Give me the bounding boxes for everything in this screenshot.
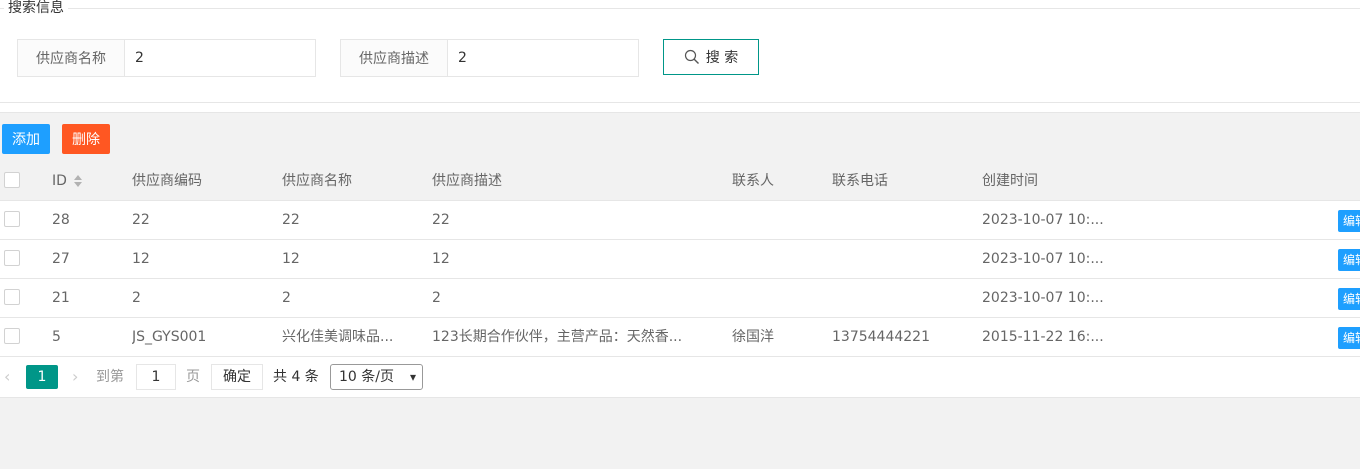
cell-name: 12 [282, 251, 300, 267]
header-name: 供应商名称 [282, 173, 352, 189]
prev-page-icon[interactable]: ‹ [4, 365, 10, 389]
add-button[interactable]: 添加 [2, 124, 50, 154]
supplier-desc-group: 供应商描述 [340, 39, 639, 77]
cell-contact [732, 201, 822, 239]
cell-contact [732, 279, 822, 317]
page-unit-label: 页 [186, 369, 200, 385]
header-code: 供应商编码 [132, 173, 202, 189]
cell-id: 27 [52, 251, 70, 267]
cell-code: 2 [132, 290, 141, 306]
cell-created: 2023-10-07 10:... [982, 212, 1104, 228]
search-fieldset: 搜索信息 供应商名称 供应商描述 搜 索 [0, 0, 1360, 103]
page-size-value: 10 条/页 [339, 369, 394, 385]
toolbar: 添加 删除 [0, 112, 1360, 163]
row-checkbox[interactable] [4, 328, 20, 344]
supplier-desc-label: 供应商描述 [341, 40, 448, 76]
supplier-name-group: 供应商名称 [17, 39, 316, 77]
search-button[interactable]: 搜 索 [663, 39, 759, 75]
table-header-row: ID 供应商编码 供应商名称 供应商描述 联系人 联系电话 创建时间 [0, 162, 1360, 201]
cell-code: 22 [132, 212, 150, 228]
cell-phone: 13754444221 [832, 329, 930, 345]
supplier-name-label: 供应商名称 [18, 40, 125, 76]
current-page[interactable]: 1 [26, 365, 58, 389]
cell-name: 22 [282, 212, 300, 228]
supplier-desc-input[interactable] [448, 40, 638, 76]
header-id[interactable]: ID [52, 162, 83, 200]
cell-desc: 12 [432, 251, 450, 267]
search-button-label: 搜 索 [705, 50, 739, 66]
cell-desc: 22 [432, 212, 450, 228]
cell-name: 兴化佳美调味品... [282, 329, 394, 345]
content-panel: 添加 删除 ID 供应商编码 供应商名称 供应商描述 联系人 联系电话 创建时间… [0, 112, 1360, 469]
cell-contact [732, 240, 822, 278]
supplier-name-input[interactable] [125, 40, 315, 76]
row-checkbox[interactable] [4, 211, 20, 227]
cell-contact: 徐国洋 [732, 329, 774, 345]
header-phone: 联系电话 [832, 173, 888, 189]
header-desc: 供应商描述 [432, 173, 502, 189]
cell-created: 2015-11-22 16:... [982, 329, 1104, 345]
next-page-icon[interactable]: › [72, 365, 78, 389]
search-icon [684, 49, 700, 65]
edit-button[interactable]: 编辑 [1338, 210, 1360, 232]
edit-button[interactable]: 编辑 [1338, 327, 1360, 349]
cell-phone [832, 201, 972, 239]
goto-page-input[interactable]: 1 [136, 364, 176, 390]
cell-phone [832, 279, 972, 317]
row-checkbox[interactable] [4, 289, 20, 305]
header-created: 创建时间 [982, 173, 1038, 189]
cell-desc: 123长期合作伙伴，主营产品：天然香... [432, 329, 683, 345]
goto-label: 到第 [96, 369, 124, 385]
page-size-select[interactable]: 10 条/页 ▾ [330, 364, 423, 390]
cell-created: 2023-10-07 10:... [982, 290, 1104, 306]
table-row: 27 12 12 12 2023-10-07 10:... 编辑 [0, 240, 1360, 279]
cell-desc: 2 [432, 290, 441, 306]
table-row: 5 JS_GYS001 兴化佳美调味品... 123长期合作伙伴，主营产品：天然… [0, 318, 1360, 357]
search-legend: 搜索信息 [4, 0, 68, 17]
pagination: ‹ 1 › 到第 1 页 确定 共 4 条 10 条/页 ▾ [0, 357, 1360, 398]
goto-confirm-button[interactable]: 确定 [211, 364, 263, 390]
table-row: 28 22 22 22 2023-10-07 10:... 编辑 [0, 201, 1360, 240]
chevron-down-icon: ▾ [409, 370, 416, 384]
cell-created: 2023-10-07 10:... [982, 251, 1104, 267]
select-all-checkbox[interactable] [4, 172, 20, 188]
edit-button[interactable]: 编辑 [1338, 288, 1360, 310]
total-count: 共 4 条 [273, 369, 319, 385]
sort-icon [73, 175, 82, 187]
cell-id: 28 [52, 212, 70, 228]
cell-phone [832, 240, 972, 278]
delete-button[interactable]: 删除 [62, 124, 110, 154]
cell-id: 5 [52, 329, 61, 345]
row-checkbox[interactable] [4, 250, 20, 266]
header-contact: 联系人 [732, 173, 774, 189]
edit-button[interactable]: 编辑 [1338, 249, 1360, 271]
cell-code: 12 [132, 251, 150, 267]
cell-name: 2 [282, 290, 291, 306]
supplier-table: ID 供应商编码 供应商名称 供应商描述 联系人 联系电话 创建时间 28 22… [0, 162, 1360, 357]
cell-id: 21 [52, 290, 70, 306]
cell-code: JS_GYS001 [132, 329, 207, 345]
table-row: 21 2 2 2 2023-10-07 10:... 编辑 [0, 279, 1360, 318]
